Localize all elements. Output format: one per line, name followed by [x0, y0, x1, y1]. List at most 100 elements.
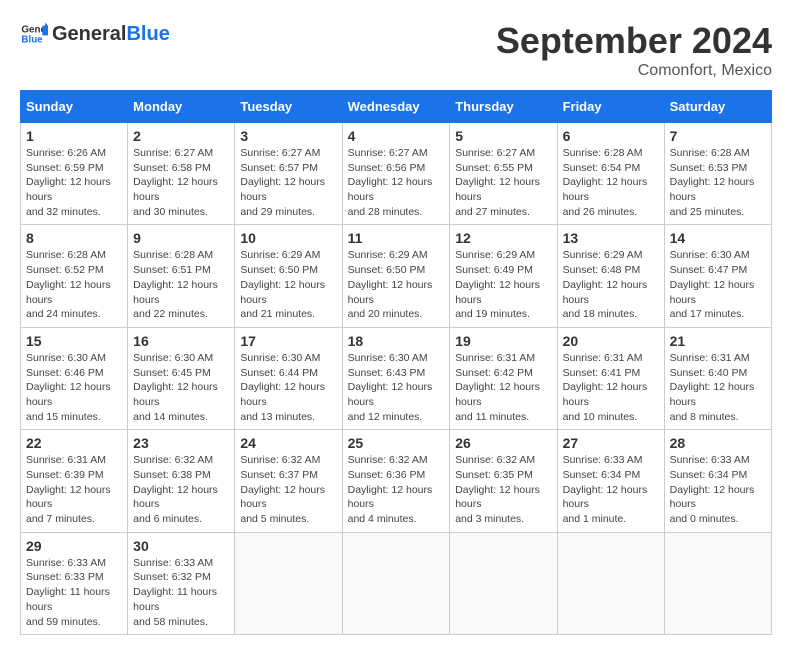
day-cell-14: 14 Sunrise: 6:30 AMSunset: 6:47 PMDaylig…	[664, 225, 771, 327]
calendar-header-row: Sunday Monday Tuesday Wednesday Thursday…	[21, 91, 772, 123]
day-info: Sunrise: 6:31 AMSunset: 6:39 PMDaylight:…	[26, 453, 122, 526]
calendar-row: 15 Sunrise: 6:30 AMSunset: 6:46 PMDaylig…	[21, 327, 772, 429]
calendar-row: 29 Sunrise: 6:33 AMSunset: 6:33 PMDaylig…	[21, 532, 772, 634]
day-info: Sunrise: 6:33 AMSunset: 6:33 PMDaylight:…	[26, 556, 122, 629]
day-number: 18	[348, 333, 445, 349]
day-cell-20: 20 Sunrise: 6:31 AMSunset: 6:41 PMDaylig…	[557, 327, 664, 429]
day-number: 30	[133, 538, 229, 554]
day-cell-29: 29 Sunrise: 6:33 AMSunset: 6:33 PMDaylig…	[21, 532, 128, 634]
day-cell-17: 17 Sunrise: 6:30 AMSunset: 6:44 PMDaylig…	[235, 327, 342, 429]
day-cell-24: 24 Sunrise: 6:32 AMSunset: 6:37 PMDaylig…	[235, 430, 342, 532]
col-saturday: Saturday	[664, 91, 771, 123]
month-year-title: September 2024	[496, 20, 772, 62]
day-number: 29	[26, 538, 122, 554]
day-cell-10: 10 Sunrise: 6:29 AMSunset: 6:50 PMDaylig…	[235, 225, 342, 327]
day-cell-4: 4 Sunrise: 6:27 AMSunset: 6:56 PMDayligh…	[342, 123, 450, 225]
day-number: 14	[670, 230, 766, 246]
svg-text:Blue: Blue	[21, 34, 43, 45]
day-info: Sunrise: 6:28 AMSunset: 6:51 PMDaylight:…	[133, 248, 229, 321]
day-info: Sunrise: 6:26 AMSunset: 6:59 PMDaylight:…	[26, 146, 122, 219]
col-friday: Friday	[557, 91, 664, 123]
calendar-row: 8 Sunrise: 6:28 AMSunset: 6:52 PMDayligh…	[21, 225, 772, 327]
day-info: Sunrise: 6:30 AMSunset: 6:46 PMDaylight:…	[26, 351, 122, 424]
empty-cell	[557, 532, 664, 634]
day-info: Sunrise: 6:33 AMSunset: 6:32 PMDaylight:…	[133, 556, 229, 629]
empty-cell	[450, 532, 557, 634]
empty-cell	[664, 532, 771, 634]
day-cell-13: 13 Sunrise: 6:29 AMSunset: 6:48 PMDaylig…	[557, 225, 664, 327]
day-cell-9: 9 Sunrise: 6:28 AMSunset: 6:51 PMDayligh…	[128, 225, 235, 327]
col-tuesday: Tuesday	[235, 91, 342, 123]
day-cell-7: 7 Sunrise: 6:28 AMSunset: 6:53 PMDayligh…	[664, 123, 771, 225]
day-cell-5: 5 Sunrise: 6:27 AMSunset: 6:55 PMDayligh…	[450, 123, 557, 225]
day-number: 19	[455, 333, 551, 349]
day-number: 3	[240, 128, 336, 144]
day-number: 6	[563, 128, 659, 144]
day-number: 12	[455, 230, 551, 246]
day-info: Sunrise: 6:33 AMSunset: 6:34 PMDaylight:…	[563, 453, 659, 526]
day-number: 15	[26, 333, 122, 349]
day-number: 22	[26, 435, 122, 451]
empty-cell	[342, 532, 450, 634]
day-number: 23	[133, 435, 229, 451]
day-info: Sunrise: 6:30 AMSunset: 6:45 PMDaylight:…	[133, 351, 229, 424]
day-number: 17	[240, 333, 336, 349]
day-cell-12: 12 Sunrise: 6:29 AMSunset: 6:49 PMDaylig…	[450, 225, 557, 327]
day-info: Sunrise: 6:30 AMSunset: 6:47 PMDaylight:…	[670, 248, 766, 321]
day-number: 8	[26, 230, 122, 246]
day-number: 2	[133, 128, 229, 144]
day-cell-27: 27 Sunrise: 6:33 AMSunset: 6:34 PMDaylig…	[557, 430, 664, 532]
day-number: 13	[563, 230, 659, 246]
day-info: Sunrise: 6:29 AMSunset: 6:48 PMDaylight:…	[563, 248, 659, 321]
day-cell-23: 23 Sunrise: 6:32 AMSunset: 6:38 PMDaylig…	[128, 430, 235, 532]
day-info: Sunrise: 6:27 AMSunset: 6:58 PMDaylight:…	[133, 146, 229, 219]
day-cell-11: 11 Sunrise: 6:29 AMSunset: 6:50 PMDaylig…	[342, 225, 450, 327]
day-cell-2: 2 Sunrise: 6:27 AMSunset: 6:58 PMDayligh…	[128, 123, 235, 225]
logo-blue: Blue	[126, 23, 169, 46]
day-cell-1: 1 Sunrise: 6:26 AMSunset: 6:59 PMDayligh…	[21, 123, 128, 225]
page-header: General Blue GeneralBlue September 2024 …	[20, 20, 772, 80]
logo-wordmark: GeneralBlue	[52, 23, 170, 46]
location-subtitle: Comonfort, Mexico	[496, 62, 772, 80]
logo-icon: General Blue	[20, 20, 48, 48]
day-cell-6: 6 Sunrise: 6:28 AMSunset: 6:54 PMDayligh…	[557, 123, 664, 225]
day-number: 26	[455, 435, 551, 451]
day-cell-15: 15 Sunrise: 6:30 AMSunset: 6:46 PMDaylig…	[21, 327, 128, 429]
calendar-table: Sunday Monday Tuesday Wednesday Thursday…	[20, 90, 772, 635]
day-info: Sunrise: 6:32 AMSunset: 6:38 PMDaylight:…	[133, 453, 229, 526]
day-info: Sunrise: 6:32 AMSunset: 6:37 PMDaylight:…	[240, 453, 336, 526]
day-number: 5	[455, 128, 551, 144]
day-cell-21: 21 Sunrise: 6:31 AMSunset: 6:40 PMDaylig…	[664, 327, 771, 429]
day-number: 9	[133, 230, 229, 246]
day-number: 16	[133, 333, 229, 349]
day-cell-26: 26 Sunrise: 6:32 AMSunset: 6:35 PMDaylig…	[450, 430, 557, 532]
day-info: Sunrise: 6:27 AMSunset: 6:56 PMDaylight:…	[348, 146, 445, 219]
day-number: 4	[348, 128, 445, 144]
empty-cell	[235, 532, 342, 634]
col-thursday: Thursday	[450, 91, 557, 123]
logo-general: General	[52, 23, 126, 46]
day-number: 25	[348, 435, 445, 451]
day-cell-30: 30 Sunrise: 6:33 AMSunset: 6:32 PMDaylig…	[128, 532, 235, 634]
day-info: Sunrise: 6:28 AMSunset: 6:52 PMDaylight:…	[26, 248, 122, 321]
day-info: Sunrise: 6:31 AMSunset: 6:40 PMDaylight:…	[670, 351, 766, 424]
day-cell-18: 18 Sunrise: 6:30 AMSunset: 6:43 PMDaylig…	[342, 327, 450, 429]
day-info: Sunrise: 6:27 AMSunset: 6:55 PMDaylight:…	[455, 146, 551, 219]
day-number: 27	[563, 435, 659, 451]
day-info: Sunrise: 6:31 AMSunset: 6:41 PMDaylight:…	[563, 351, 659, 424]
day-cell-19: 19 Sunrise: 6:31 AMSunset: 6:42 PMDaylig…	[450, 327, 557, 429]
col-sunday: Sunday	[21, 91, 128, 123]
col-wednesday: Wednesday	[342, 91, 450, 123]
day-number: 1	[26, 128, 122, 144]
day-number: 21	[670, 333, 766, 349]
day-number: 24	[240, 435, 336, 451]
day-cell-25: 25 Sunrise: 6:32 AMSunset: 6:36 PMDaylig…	[342, 430, 450, 532]
day-info: Sunrise: 6:30 AMSunset: 6:44 PMDaylight:…	[240, 351, 336, 424]
day-info: Sunrise: 6:28 AMSunset: 6:53 PMDaylight:…	[670, 146, 766, 219]
day-number: 11	[348, 230, 445, 246]
day-info: Sunrise: 6:32 AMSunset: 6:36 PMDaylight:…	[348, 453, 445, 526]
day-number: 7	[670, 128, 766, 144]
calendar-row: 1 Sunrise: 6:26 AMSunset: 6:59 PMDayligh…	[21, 123, 772, 225]
day-number: 10	[240, 230, 336, 246]
day-number: 28	[670, 435, 766, 451]
